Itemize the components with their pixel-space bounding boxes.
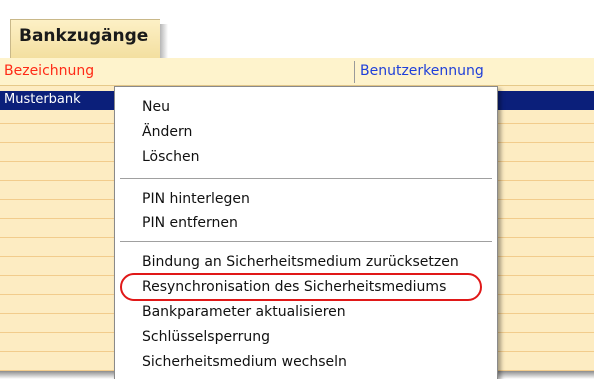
panel-tab[interactable]: Bankzugänge bbox=[10, 19, 160, 58]
menu-separator bbox=[120, 178, 492, 180]
grid-header: Bezeichnung Benutzerkennung bbox=[0, 58, 594, 86]
menu-item-bankparameter-aktualisieren[interactable]: Bankparameter aktualisieren bbox=[142, 304, 346, 320]
menu-item-pin-hinterlegen[interactable]: PIN hinterlegen bbox=[142, 191, 250, 207]
menu-item-loeschen[interactable]: Löschen bbox=[142, 149, 199, 165]
menu-item-bindung-zuruecksetzen[interactable]: Bindung an Sicherheitsmedium zurücksetze… bbox=[142, 254, 459, 270]
panel-title: Bankzugänge bbox=[19, 26, 149, 46]
highlight-annotation-oval bbox=[120, 273, 482, 301]
panel-tab-shadow bbox=[160, 24, 168, 58]
menu-item-sicherheitsmedium-wechseln[interactable]: Sicherheitsmedium wechseln bbox=[142, 354, 347, 370]
column-divider[interactable] bbox=[354, 61, 355, 83]
menu-item-aendern[interactable]: Ändern bbox=[142, 124, 192, 140]
column-header-bezeichnung[interactable]: Bezeichnung bbox=[4, 63, 94, 79]
column-header-benutzerkennung[interactable]: Benutzerkennung bbox=[360, 63, 484, 79]
menu-separator bbox=[120, 241, 492, 243]
cell-bezeichnung: Musterbank bbox=[4, 92, 81, 107]
menu-item-schluesselsperrung[interactable]: Schlüsselsperrung bbox=[142, 329, 270, 345]
panel-tab-area: Bankzugänge bbox=[0, 0, 594, 58]
menu-item-neu[interactable]: Neu bbox=[142, 99, 170, 115]
context-menu: Neu Ändern Löschen PIN hinterlegen PIN e… bbox=[114, 86, 498, 379]
menu-item-pin-entfernen[interactable]: PIN entfernen bbox=[142, 215, 238, 231]
